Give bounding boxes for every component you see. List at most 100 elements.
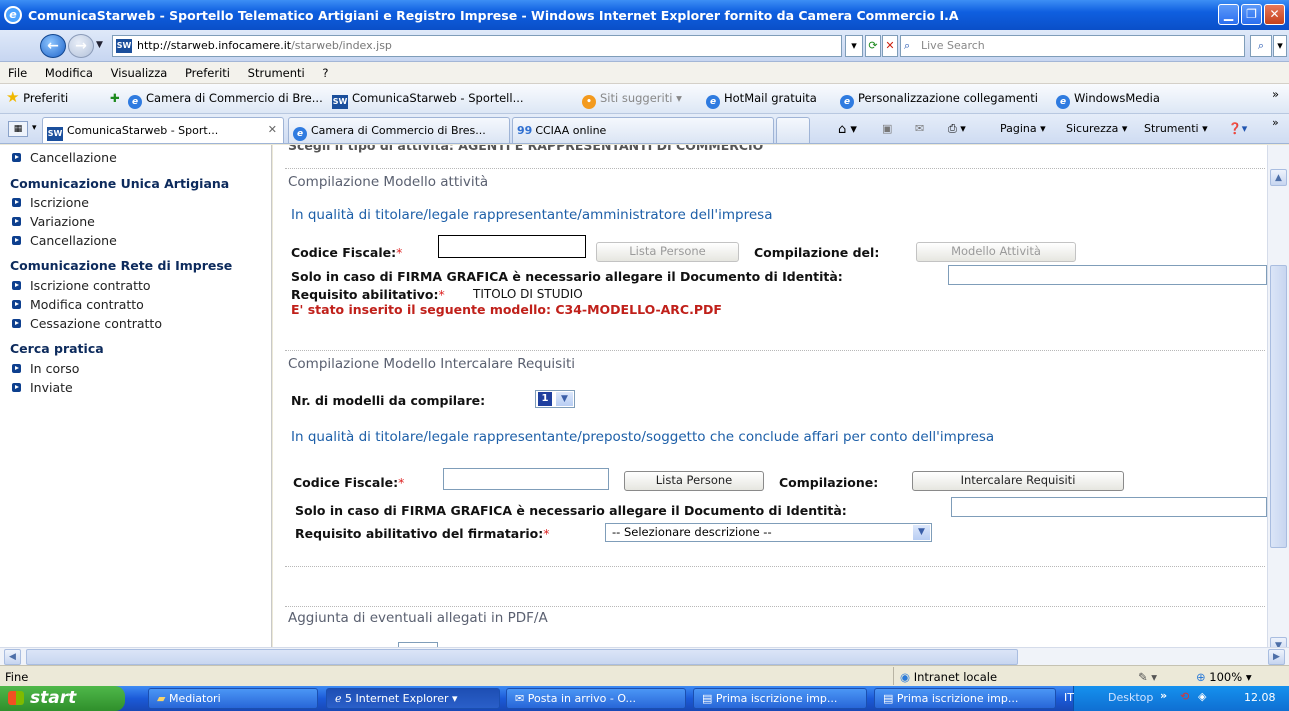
horizontal-scrollbar[interactable]: ◀ ▶ — [0, 647, 1289, 665]
stop-icon[interactable]: ✕ — [882, 35, 898, 57]
favorite-camera-commercio[interactable]: e Camera di Commercio di Bre... — [128, 91, 323, 109]
task-mediatori[interactable]: ▰ Mediatori — [148, 688, 318, 709]
tab-list-icon[interactable]: ▾ — [32, 123, 37, 133]
tray-chevron-icon[interactable]: » — [1160, 689, 1167, 702]
favorite-windowsmedia[interactable]: e WindowsMedia — [1056, 91, 1160, 109]
search-input[interactable]: ⌕ Live Search — [900, 35, 1245, 57]
menu-strumenti[interactable]: Strumenti — [240, 62, 311, 80]
restore-icon[interactable]: ❐ — [1241, 4, 1262, 25]
home-icon[interactable]: ⌂ ▾ — [838, 122, 857, 137]
task-prima-iscrizione-2[interactable]: ▤ Prima iscrizione imp... — [874, 688, 1056, 709]
sidebar-item-iscrizione-contratto[interactable]: Iscrizione contratto — [12, 278, 151, 293]
menu-modifica[interactable]: Modifica — [37, 62, 99, 80]
print-icon[interactable]: ⎙ ▾ — [948, 122, 966, 136]
search-placeholder: Live Search — [921, 39, 985, 52]
favorites-button[interactable]: ★ Preferiti — [6, 90, 68, 106]
feeds-icon[interactable]: ▣ — [882, 122, 892, 135]
mail-icon[interactable]: ✉ — [915, 122, 924, 135]
codice-fiscale-input-1[interactable] — [438, 235, 586, 258]
site-favicon-icon: SW — [116, 39, 132, 53]
history-dropdown-icon[interactable]: ▼ — [96, 40, 103, 50]
documento-identita-input-2[interactable] — [951, 497, 1267, 517]
task-prima-iscrizione-1[interactable]: ▤ Prima iscrizione imp... — [693, 688, 867, 709]
section2-intro: In qualità di titolare/legale rappresent… — [291, 429, 995, 445]
sidebar-item-cancellazione-top[interactable]: Cancellazione — [12, 150, 117, 165]
sidebar-item-modifica-contratto[interactable]: Modifica contratto — [12, 297, 144, 312]
lista-persone-button-2[interactable]: Lista Persone — [624, 471, 764, 491]
scroll-left-icon[interactable]: ◀ — [4, 649, 21, 665]
protected-mode-icon[interactable]: ✎ ▾ — [1138, 670, 1157, 684]
modello-attivita-button[interactable]: Modello Attività — [916, 242, 1076, 262]
search-options-icon[interactable]: ▾ — [1273, 35, 1287, 57]
taskbar: start ▰ Mediatori ℯ 5 Internet Explorer … — [0, 686, 1289, 711]
help-icon[interactable]: ❓▾ — [1228, 122, 1247, 135]
intercalare-requisiti-button[interactable]: Intercalare Requisiti — [912, 471, 1124, 491]
documento-identita-input-1[interactable] — [948, 265, 1267, 285]
scroll-up-icon[interactable]: ▲ — [1270, 169, 1287, 186]
desktop-toolbar[interactable]: Desktop — [1108, 691, 1153, 704]
search-go-icon[interactable]: ⌕ — [1250, 35, 1272, 57]
main-content: Scegli il tipo di attività: AGENTI E RAP… — [273, 145, 1267, 647]
section-divider — [285, 566, 1265, 567]
menu-preferiti[interactable]: Preferiti — [177, 62, 236, 80]
task-internet-explorer[interactable]: ℯ 5 Internet Explorer ▾ — [326, 688, 500, 709]
scroll-thumb-horizontal[interactable] — [26, 649, 1018, 665]
language-indicator[interactable]: IT — [1064, 691, 1074, 704]
window-title-bar[interactable]: e ComunicaStarweb - Sportello Telematico… — [0, 0, 1289, 30]
forward-arrow-icon[interactable]: → — [68, 34, 94, 58]
overflow-chevron-icon[interactable]: » — [1272, 87, 1279, 101]
status-text: Fine — [5, 670, 29, 684]
favorite-comunicastarweb[interactable]: SW ComunicaStarweb - Sportell... — [332, 91, 524, 109]
scroll-thumb[interactable] — [1270, 265, 1287, 548]
tab-cciaa-online[interactable]: 99 CCIAA online — [512, 117, 774, 143]
sidebar-item-inviate[interactable]: Inviate — [12, 380, 73, 395]
menu-file[interactable]: File — [0, 62, 33, 80]
favorite-personalizzazione[interactable]: e Personalizzazione collegamenti — [840, 91, 1038, 109]
new-tab-button[interactable] — [776, 117, 810, 143]
page-menu[interactable]: Pagina ▾ — [1000, 122, 1046, 135]
tray-app-icon[interactable]: ◈ — [1198, 690, 1206, 703]
url-dropdown-icon[interactable]: ▾ — [845, 35, 863, 57]
bullet-arrow-icon — [12, 281, 21, 290]
url-input[interactable]: SW http://starweb.infocamere.it/starweb/… — [112, 35, 842, 57]
menu-visualizza[interactable]: Visualizza — [103, 62, 174, 80]
nr-modelli-select[interactable]: 1 ▼ — [535, 390, 575, 408]
vertical-scrollbar[interactable]: ▲ ▼ — [1267, 145, 1289, 654]
sidebar-item-cancellazione[interactable]: Cancellazione — [12, 233, 117, 248]
lista-persone-button-1[interactable]: Lista Persone — [596, 242, 739, 262]
sidebar-item-cessazione-contratto[interactable]: Cessazione contratto — [12, 316, 162, 331]
task-posta-in-arrivo[interactable]: ✉ Posta in arrivo - O... — [506, 688, 686, 709]
tab-camera-commercio[interactable]: e Camera di Commercio di Bres... — [288, 117, 510, 143]
back-arrow-icon[interactable]: ← — [40, 34, 66, 58]
intranet-globe-icon: ◉ — [900, 670, 911, 684]
add-favorite-icon[interactable]: ✚ — [110, 91, 120, 105]
cciaa-logo-icon: 99 — [517, 124, 533, 137]
favorite-suggested-sites[interactable]: • Siti suggeriti ▾ — [582, 91, 682, 109]
section-title-allegati: Aggiunta di eventuali allegati in PDF/A — [288, 610, 548, 626]
requisito-firmatario-select[interactable]: -- Selezionare descrizione -- ▼ — [605, 523, 932, 542]
overflow-chevron-icon[interactable]: » — [1272, 116, 1279, 129]
tools-menu[interactable]: Strumenti ▾ — [1144, 122, 1208, 135]
scroll-right-icon[interactable]: ▶ — [1268, 649, 1285, 665]
close-tab-icon[interactable]: ✕ — [268, 123, 277, 136]
sidebar-item-iscrizione[interactable]: Iscrizione — [12, 195, 89, 210]
sidebar-item-in-corso[interactable]: In corso — [12, 361, 79, 376]
close-icon[interactable]: ✕ — [1264, 4, 1285, 25]
zoom-control[interactable]: ⊕ 100% ▾ — [1196, 670, 1252, 684]
quick-tabs-icon[interactable]: ▦ — [8, 121, 28, 137]
refresh-icon[interactable]: ⟳ — [865, 35, 881, 57]
mail-icon: ✉ — [515, 692, 525, 705]
ie-page-icon: e — [128, 95, 142, 109]
section-divider — [285, 350, 1265, 351]
favorite-hotmail[interactable]: e HotMail gratuita — [706, 91, 817, 109]
security-menu[interactable]: Sicurezza ▾ — [1066, 122, 1127, 135]
clock[interactable]: 12.08 — [1244, 691, 1276, 704]
tab-comunicastarweb[interactable]: SW ComunicaStarweb - Sport... ✕ — [42, 117, 284, 143]
favorites-bar: ★ Preferiti ✚ e Camera di Commercio di Br… — [0, 84, 1289, 114]
minimize-icon[interactable]: ▁ — [1218, 4, 1239, 25]
start-button[interactable]: start — [0, 686, 125, 711]
tray-network-icon[interactable]: ⟲ — [1180, 690, 1189, 703]
sidebar-item-variazione[interactable]: Variazione — [12, 214, 95, 229]
codice-fiscale-input-2[interactable] — [443, 468, 609, 490]
menu-help[interactable]: ? — [314, 62, 334, 80]
